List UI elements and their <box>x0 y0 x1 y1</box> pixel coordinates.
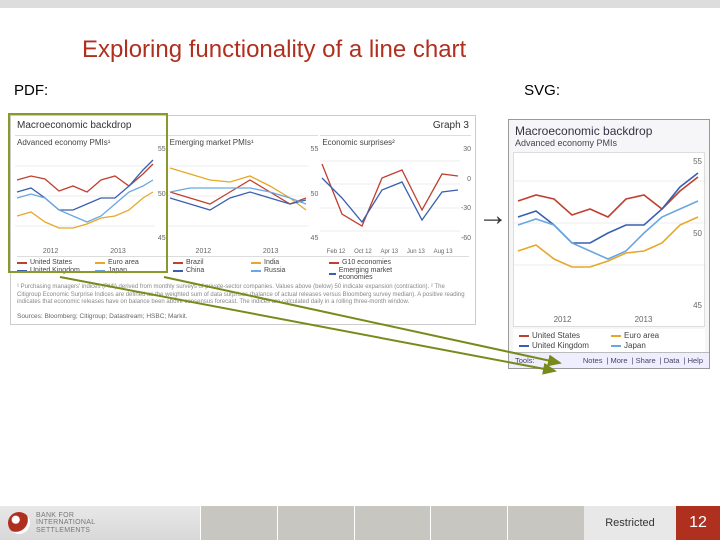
xticks: Feb 12Oct 12Apr 13Jun 13Aug 13 <box>322 249 457 255</box>
slide-title: Exploring functionality of a line chart <box>82 36 720 64</box>
legend-item: Russia <box>251 267 321 274</box>
legend-item: G10 economies <box>329 259 399 266</box>
pdf-panels: Advanced economy PMIs¹ 555045 20122013 E… <box>11 135 475 255</box>
xticks: 20122013 <box>17 248 152 255</box>
pdf-legend: United StatesUnited Kingdom Euro areaJapa… <box>17 256 469 281</box>
tool-link[interactable]: Notes <box>583 356 603 365</box>
tool-link[interactable]: | Help <box>684 356 703 365</box>
svg-title: Macroeconomic backdrop <box>509 120 709 138</box>
pdf-title: Macroeconomic backdrop <box>17 120 132 131</box>
line-chart-icon <box>15 146 155 246</box>
tool-link[interactable]: | More <box>606 356 627 365</box>
footer-image-strip <box>200 506 584 540</box>
legend-item: United States <box>17 259 87 266</box>
slide-footer: BANK FORINTERNATIONALSETTLEMENTS Restric… <box>0 506 720 540</box>
xticks: 20122013 <box>170 248 305 255</box>
tools-label: Tools: <box>515 356 535 365</box>
yticks: 300-30-60 <box>461 146 471 242</box>
pdf-source: Sources: Bloomberg; Citigroup; Datastrea… <box>17 313 188 320</box>
yticks: 555045 <box>693 157 702 310</box>
tool-link[interactable]: | Data <box>660 356 680 365</box>
svg-subtitle: Advanced economy PMIs <box>509 138 709 150</box>
legend-item: United Kingdom <box>519 341 607 350</box>
label-svg: SVG: <box>524 82 560 99</box>
pdf-panel-surprises: Economic surprises² 300-30-60 Feb 12Oct … <box>320 135 471 255</box>
arrow-icon: → <box>478 199 508 233</box>
pdf-graph-number: Graph 3 <box>433 120 469 131</box>
yticks: 555045 <box>158 146 166 242</box>
legend-item: Japan <box>611 341 699 350</box>
legend-item: Euro area <box>95 259 165 266</box>
bis-logo-icon <box>8 512 30 534</box>
page-number: 12 <box>676 506 720 540</box>
svg-legend: United States Euro area United Kingdom Japa… <box>513 329 705 352</box>
pdf-header: Macroeconomic backdrop Graph 3 <box>11 116 475 135</box>
legend-item: Brazil <box>173 259 243 266</box>
svg-toolbar: Tools: Notes| More | Share | Data | Help <box>509 352 709 368</box>
legend-item: Euro area <box>611 331 699 340</box>
svg-chart-area[interactable]: 555045 20122013 <box>513 152 705 327</box>
legend-item: China <box>173 267 243 274</box>
yticks: 555045 <box>311 146 319 242</box>
line-chart-icon <box>514 153 706 293</box>
bis-org-name: BANK FORINTERNATIONALSETTLEMENTS <box>36 512 95 534</box>
label-pdf: PDF: <box>14 82 48 99</box>
legend-item: India <box>251 259 321 266</box>
legend-item: Japan <box>95 267 165 274</box>
xticks: 20122013 <box>522 315 684 324</box>
tool-link[interactable]: | Share <box>632 356 656 365</box>
line-chart-icon <box>320 146 460 246</box>
pdf-footnote: ¹ Purchasing managers' indices (PMI) der… <box>17 284 469 306</box>
slide-topbar <box>0 0 720 8</box>
content-area: Macroeconomic backdrop Graph 3 Advanced … <box>0 99 720 419</box>
pdf-panel-emerging: Emerging market PMIs¹ 555045 20122013 <box>168 135 319 255</box>
legend-item: Emerging market economies <box>329 267 399 281</box>
tools-links: Notes| More | Share | Data | Help <box>579 356 703 365</box>
footer-branding: BANK FORINTERNATIONALSETTLEMENTS <box>0 506 200 540</box>
line-chart-icon <box>168 146 308 246</box>
pdf-figure: Macroeconomic backdrop Graph 3 Advanced … <box>10 115 476 325</box>
legend-item: United Kingdom <box>17 267 87 274</box>
column-labels: PDF: SVG: <box>0 82 720 99</box>
legend-item: United States <box>519 331 607 340</box>
svg-widget[interactable]: Macroeconomic backdrop Advanced economy … <box>508 119 710 369</box>
restricted-label: Restricted <box>584 506 676 540</box>
pdf-panel-advanced: Advanced economy PMIs¹ 555045 20122013 <box>15 135 166 255</box>
